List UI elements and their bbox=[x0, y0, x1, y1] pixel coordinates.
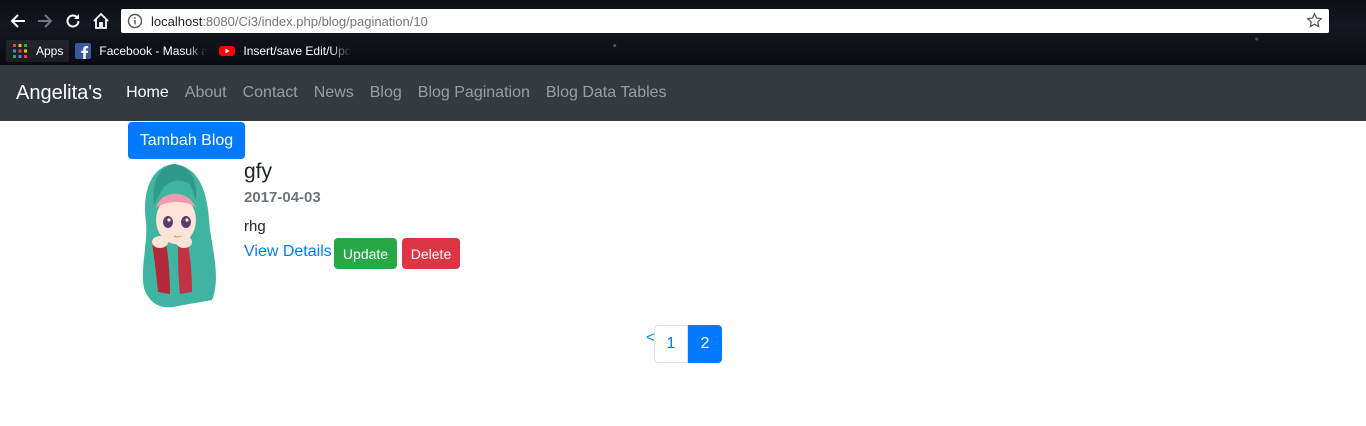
add-blog-button[interactable]: Tambah Blog bbox=[128, 122, 245, 159]
info-icon[interactable] bbox=[127, 13, 143, 29]
url-host: localhost bbox=[151, 13, 203, 29]
youtube-icon bbox=[219, 43, 236, 59]
address-url[interactable]: localhost:8080/Ci3/index.php/blog/pagina… bbox=[151, 14, 428, 29]
pagination-prev[interactable]: < bbox=[646, 329, 655, 346]
bookmark-label: Facebook - Masuk atau Daftar bbox=[99, 43, 208, 58]
site-navbar: Angelita's Home About Contact News Blog … bbox=[0, 65, 1366, 121]
bookmark-label: Apps bbox=[36, 43, 64, 58]
back-arrow-icon[interactable] bbox=[5, 8, 31, 34]
post-title: gfy bbox=[244, 160, 273, 183]
nav-link-blog-pagination[interactable]: Blog Pagination bbox=[418, 84, 530, 102]
bookmark-facebook[interactable]: Facebook - Masuk atau Daftar bbox=[69, 40, 213, 62]
facebook-icon bbox=[75, 42, 92, 59]
bookmark-label: Insert/save Edit/Update bbox=[243, 43, 352, 58]
pagination: < 1 2 bbox=[646, 325, 722, 363]
nav-link-contact[interactable]: Contact bbox=[243, 84, 298, 102]
nav-link-about[interactable]: About bbox=[185, 84, 227, 102]
forward-arrow-icon[interactable] bbox=[32, 8, 58, 34]
post-date: 2017-04-03 bbox=[244, 189, 321, 206]
star-icon[interactable] bbox=[1306, 12, 1323, 29]
apps-grid-icon bbox=[12, 43, 28, 59]
post-image bbox=[134, 160, 220, 310]
url-path: :8080/Ci3/index.php/blog/pagination/10 bbox=[202, 13, 428, 29]
bookmark-youtube[interactable]: Insert/save Edit/Update bbox=[213, 40, 357, 62]
browser-chrome: localhost:8080/Ci3/index.php/blog/pagina… bbox=[0, 0, 1366, 65]
update-button[interactable]: Update bbox=[334, 238, 397, 269]
bookmark-apps[interactable]: Apps bbox=[6, 39, 70, 62]
pagination-page-1[interactable]: 1 bbox=[654, 325, 688, 363]
address-bar[interactable]: localhost:8080/Ci3/index.php/blog/pagina… bbox=[121, 9, 1329, 33]
nav-link-blog-data-tables[interactable]: Blog Data Tables bbox=[546, 84, 667, 102]
pagination-page-2[interactable]: 2 bbox=[688, 325, 722, 363]
nav-link-blog[interactable]: Blog bbox=[370, 84, 402, 102]
post-body: rhg bbox=[244, 218, 266, 235]
nav-link-home[interactable]: Home bbox=[126, 84, 169, 102]
reload-icon[interactable] bbox=[60, 8, 86, 34]
bookmarks-bar: Apps Facebook - Masuk atau Daftar Insert… bbox=[0, 38, 1366, 63]
navbar-brand[interactable]: Angelita's bbox=[16, 82, 102, 105]
home-icon[interactable] bbox=[88, 8, 114, 34]
nav-link-news[interactable]: News bbox=[314, 84, 354, 102]
delete-button[interactable]: Delete bbox=[402, 238, 460, 269]
view-details-link[interactable]: View Details bbox=[244, 243, 332, 261]
